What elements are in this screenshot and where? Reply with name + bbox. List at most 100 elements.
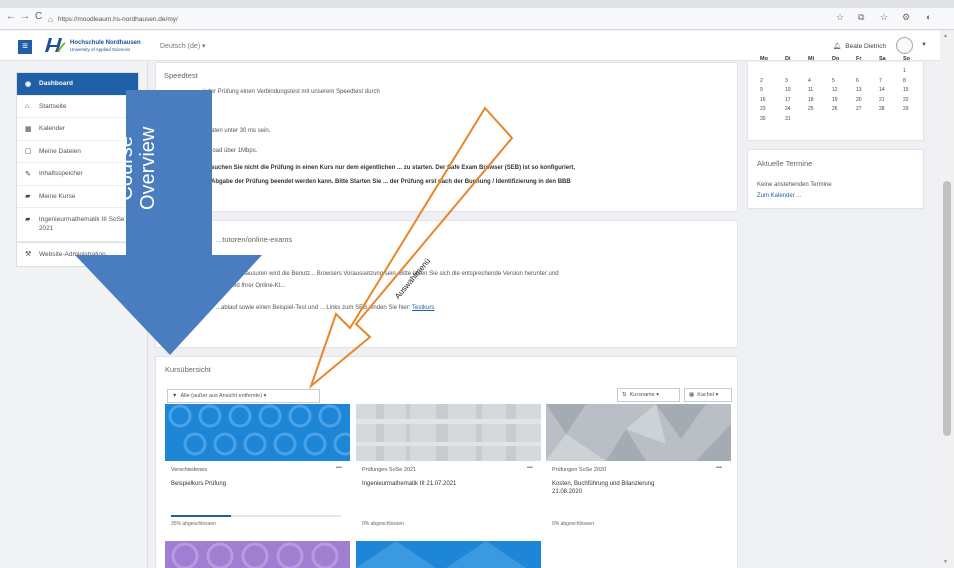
- progress-bar: [171, 515, 341, 517]
- reload-icon[interactable]: C: [35, 11, 42, 22]
- course-image[interactable]: [546, 404, 731, 461]
- course-image[interactable]: [356, 541, 541, 568]
- scrollbar-thumb[interactable]: [943, 181, 951, 436]
- sort-icon: ⇅: [622, 392, 627, 398]
- calendar-day[interactable]: 24: [785, 106, 791, 112]
- course-image[interactable]: [165, 404, 350, 461]
- sort-dropdown[interactable]: ⇅ Kursname ▾: [617, 388, 680, 402]
- calendar-day[interactable]: 19: [832, 97, 838, 103]
- circle-pattern: [171, 542, 339, 568]
- block-text: ...Vorfeld Ihrer Online-Kl...: [216, 283, 286, 289]
- calendar-day[interactable]: 7: [879, 78, 882, 84]
- grid-icon: ▦: [689, 392, 695, 398]
- calendar-day[interactable]: 15: [903, 87, 909, 93]
- progress-fill: [171, 515, 231, 517]
- calendar-day[interactable]: 29: [903, 106, 909, 112]
- calendar-day[interactable]: 16: [760, 97, 766, 103]
- calendar-day[interactable]: 14: [879, 87, 885, 93]
- chevron-down-icon[interactable]: ▼: [921, 42, 927, 48]
- back-icon[interactable]: ←: [6, 11, 16, 22]
- course-image[interactable]: [356, 404, 541, 461]
- brand-name: Hochschule Nordhausen: [70, 40, 141, 46]
- calendar-weekday: Mo: [760, 56, 768, 62]
- calendar-day[interactable]: 25: [808, 106, 814, 112]
- collections-icon[interactable]: ⧉: [858, 12, 864, 23]
- scroll-down-icon[interactable]: ▼: [943, 559, 948, 565]
- sidebar-item-website-admin[interactable]: ⚒ Website-Administration: [17, 243, 138, 266]
- calendar-day[interactable]: 28: [879, 106, 885, 112]
- filter-dropdown[interactable]: ▼ Alle (außer aus Ansicht entfernte) ▾: [167, 389, 320, 403]
- upcoming-events-block: Aktuelle Termine Keine anstehenden Termi…: [747, 149, 924, 209]
- course-image[interactable]: [165, 541, 350, 568]
- language-menu[interactable]: Deutsch (de) ▾: [160, 42, 206, 50]
- calendar-day[interactable]: 17: [785, 97, 791, 103]
- calendar-block: Mo Di Mi Do Fr Sa So 1 2 3 4 5 6 7 8 9 10 11 12 13 14 15 16 17 1…: [747, 56, 924, 141]
- calendar-day[interactable]: 27: [856, 106, 862, 112]
- calendar-day[interactable]: 3: [785, 78, 788, 84]
- calendar-day[interactable]: 30: [760, 116, 766, 122]
- brand-tagline: University of Applied Sciences: [70, 47, 131, 52]
- sidebar-item-dashboard[interactable]: ◉ Dashboard: [17, 73, 138, 96]
- avatar[interactable]: [896, 37, 913, 54]
- calendar-link[interactable]: Zum Kalender ...: [757, 193, 801, 199]
- calendar-weekday: Do: [832, 56, 840, 62]
- star-icon[interactable]: ☆: [836, 12, 844, 23]
- user-menu[interactable]: 🔔︎ Beate Dietrich: [833, 42, 886, 50]
- calendar-day[interactable]: 11: [808, 87, 813, 93]
- calendar-weekday: Mi: [808, 56, 815, 62]
- empty-text: Keine anstehenden Termine: [757, 182, 832, 188]
- sidebar-item-startseite[interactable]: ⌂ Startseite: [17, 96, 138, 118]
- triangle-pattern: [356, 541, 526, 568]
- forward-icon[interactable]: →: [20, 11, 30, 22]
- calendar-day[interactable]: 5: [832, 78, 835, 84]
- block-text: ...ablauf sowie einen Beispiel-Test und …: [216, 305, 435, 311]
- address-bar[interactable]: ⌂ https://moodleaum.hs-nordhausen.de/my/: [48, 12, 828, 26]
- menu-toggle-icon[interactable]: ≡: [18, 40, 32, 54]
- block-text: ...Online-Klausuren wird die Benutz... B…: [216, 271, 559, 277]
- calendar-day[interactable]: 18: [808, 97, 814, 103]
- circle-pattern: [168, 404, 350, 456]
- page-scrollbar[interactable]: ▲ ▼: [940, 31, 954, 568]
- calendar-day[interactable]: 13: [856, 87, 862, 93]
- extensions-icon[interactable]: ⚙: [902, 12, 910, 23]
- calendar-day[interactable]: 9: [760, 87, 763, 93]
- filter-label: Alle (außer aus Ansicht entfernte) ▾: [180, 393, 267, 399]
- course-menu-icon[interactable]: •••: [527, 465, 533, 471]
- calendar-day[interactable]: 12: [832, 87, 838, 93]
- calendar-day[interactable]: 31: [785, 116, 791, 122]
- course-name[interactable]: Kosten, Buchführung und Bilanzierung 21.…: [552, 480, 672, 496]
- calendar-day[interactable]: 8: [903, 78, 906, 84]
- exams-block: ...tutoren/online-exams ...Online-Klausu…: [155, 220, 738, 348]
- sidebar-item-course[interactable]: ▰ Ingenieurmathematik III SoSe 2021: [17, 208, 138, 242]
- course-name[interactable]: Ingenieurmathematik III 21.07.2021: [362, 480, 522, 488]
- calendar-day[interactable]: 22: [903, 97, 909, 103]
- course-name[interactable]: Beispielkurs Prüfung: [171, 480, 331, 488]
- course-menu-icon[interactable]: •••: [716, 465, 722, 471]
- calendar-day[interactable]: 6: [856, 78, 859, 84]
- calendar-day[interactable]: 23: [760, 106, 766, 112]
- address-text: https://moodleaum.hs-nordhausen.de/my/: [57, 15, 178, 23]
- calendar-day[interactable]: 10: [785, 87, 791, 93]
- course-menu-icon[interactable]: •••: [336, 465, 342, 471]
- bell-icon[interactable]: 🔔︎: [833, 43, 841, 50]
- course-category: Prüfungen SoSe 2020: [552, 467, 607, 473]
- warning-text: ...Abgabe der Prüfung beendet werden kan…: [206, 179, 571, 185]
- testkurs-link[interactable]: Testkurs: [412, 305, 434, 311]
- course-overview-label: Course Overview: [115, 127, 159, 210]
- calendar-icon: ▦: [25, 125, 32, 133]
- calendar-day[interactable]: 1: [903, 68, 906, 74]
- calendar-day[interactable]: 26: [832, 106, 838, 112]
- calendar-day[interactable]: 2: [760, 78, 763, 84]
- view-dropdown[interactable]: ▦ Kachel ▾: [684, 388, 732, 402]
- sidebar-item-label: Meine Kurse: [39, 192, 76, 200]
- sidebar-item-label: Dashboard: [39, 80, 73, 88]
- calendar-day[interactable]: 21: [879, 97, 885, 103]
- profile-icon[interactable]: ◐: [926, 12, 931, 22]
- scroll-up-icon[interactable]: ▲: [943, 33, 948, 39]
- dashboard-icon: ◉: [25, 80, 32, 88]
- favorites-icon[interactable]: ☆: [880, 12, 888, 23]
- calendar-day[interactable]: 20: [856, 97, 862, 103]
- calendar-weekday: Di: [785, 56, 791, 62]
- home-icon: ⌂: [25, 102, 30, 110]
- calendar-day[interactable]: 4: [808, 78, 811, 84]
